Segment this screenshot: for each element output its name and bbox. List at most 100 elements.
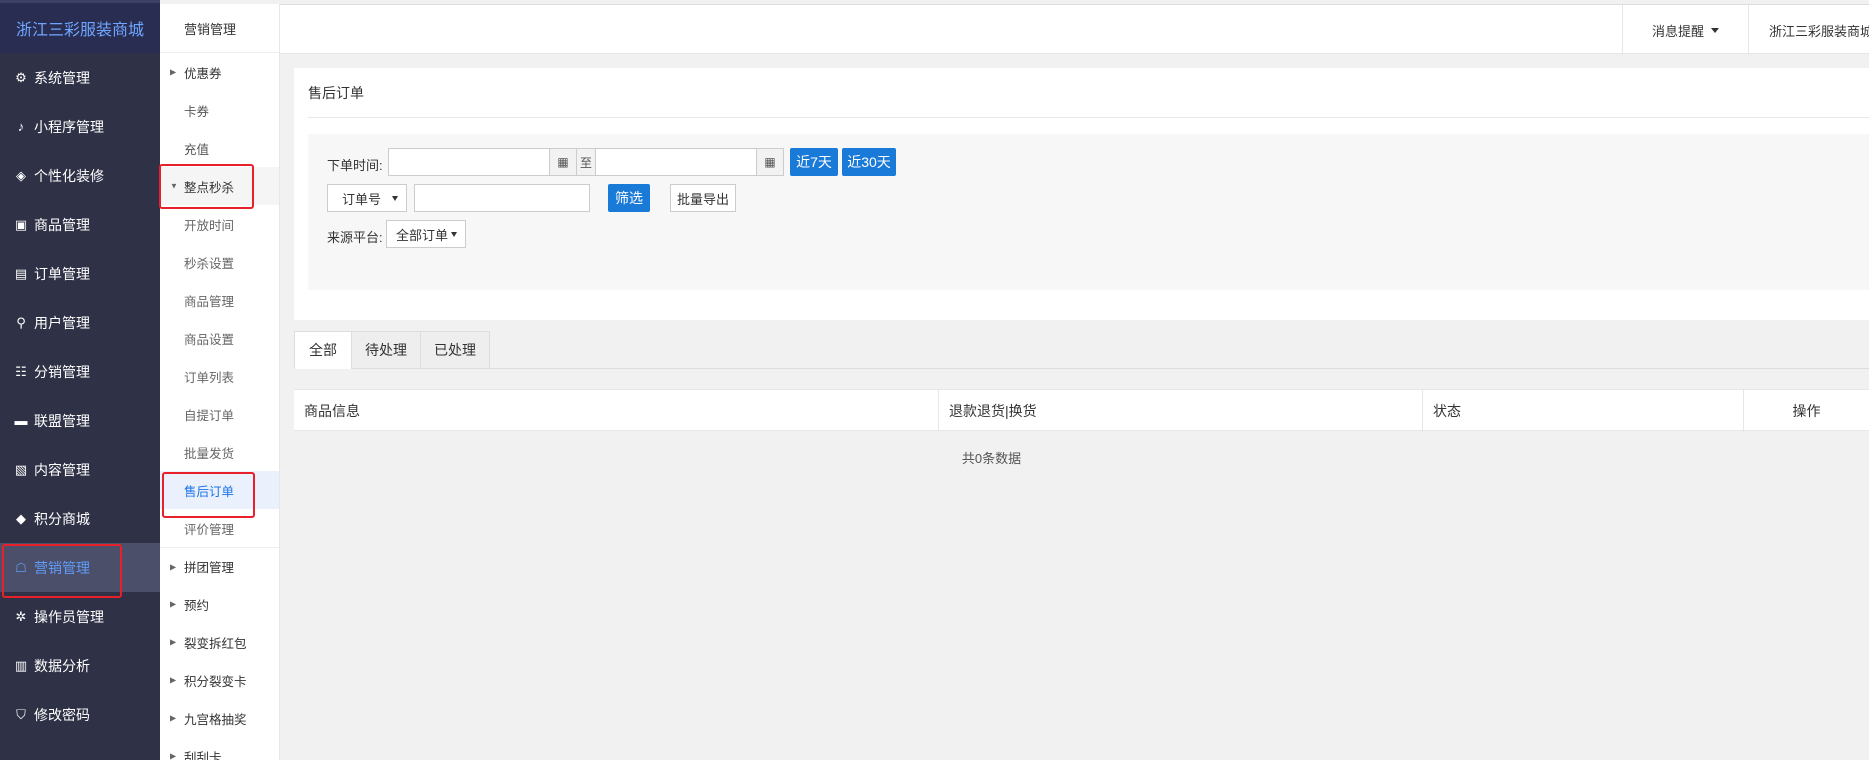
source-platform-select[interactable]: 全部订单 — [386, 220, 466, 248]
last-30-days-button[interactable]: 近30天 — [842, 148, 896, 176]
tab-processed[interactable]: 已处理 — [420, 331, 490, 369]
sidebar-item-users[interactable]: ⚲ 用户管理 — [0, 298, 160, 347]
caret-right-icon: ▶ — [170, 599, 177, 609]
palette-icon: ◈ — [16, 167, 26, 183]
cube-icon: ◆ — [16, 510, 26, 526]
sidebar-item-alliance[interactable]: ▬ 联盟管理 — [0, 396, 160, 445]
chart-icon: ▥ — [14, 657, 28, 673]
submenu-item-label: 九宫格抽奖 — [184, 712, 247, 727]
filter-panel: 售后订单 下单时间: ▦ 至 ▦ 近7天 近30天 订单号 筛选 批量导出 来源… — [294, 68, 1869, 320]
submenu-item-cards[interactable]: 卡券 — [160, 91, 279, 129]
page-title: 售后订单 — [308, 68, 1869, 118]
user-menu[interactable]: 浙江三彩服装商城 — [1748, 5, 1869, 55]
sidebar-item-label: 数据分析 — [34, 657, 90, 674]
sidebar-item-label: 用户管理 — [34, 314, 90, 331]
submenu-item-order-list[interactable]: 订单列表 — [160, 357, 279, 395]
submenu-item-open-time[interactable]: 开放时间 — [160, 205, 279, 243]
end-date-input[interactable] — [595, 148, 757, 176]
sidebar-item-label: 分销管理 — [34, 363, 90, 380]
start-date-input[interactable] — [388, 148, 550, 176]
submenu-item-label: 批量发货 — [184, 446, 235, 461]
order-field-select-value: 订单号 — [342, 191, 382, 207]
tab-pending[interactable]: 待处理 — [351, 331, 421, 369]
sidebar-item-label: 联盟管理 — [34, 412, 90, 429]
marketing-icon: ☖ — [15, 559, 27, 575]
tab-all[interactable]: 全部 — [294, 331, 352, 369]
sidebar-item-points-mall[interactable]: ◆ 积分商城 — [0, 494, 160, 543]
gear-icon: ⚙ — [15, 69, 27, 85]
submenu-item-label: 开放时间 — [184, 218, 235, 233]
submenu-item-reviews[interactable]: 评价管理 — [160, 509, 279, 547]
search-input[interactable] — [414, 184, 590, 212]
brand-title[interactable]: 浙江三彩服装商城 — [0, 0, 160, 53]
submenu-item-recharge[interactable]: 充值 — [160, 129, 279, 167]
submenu-item-coupons[interactable]: ▶ 优惠券 — [160, 53, 279, 91]
submenu-item-seckill-settings[interactable]: 秒杀设置 — [160, 243, 279, 281]
sidebar-item-operators[interactable]: ✲ 操作员管理 — [0, 592, 160, 641]
caret-right-icon: ▶ — [170, 637, 177, 647]
submenu-item-booking[interactable]: ▶ 预约 — [160, 585, 279, 623]
sidebar-item-marketing[interactable]: ☖ 营销管理 — [0, 543, 160, 592]
top-bar: 消息提醒 浙江三彩服装商城 — [280, 4, 1869, 55]
empty-table-message: 共0条数据 — [961, 450, 1022, 466]
sidebar-item-password[interactable]: ⛉ 修改密码 — [0, 690, 160, 739]
messages-dropdown[interactable]: 消息提醒 — [1622, 5, 1748, 55]
submenu-item-label: 商品管理 — [184, 294, 235, 309]
caret-right-icon: ▶ — [170, 675, 177, 685]
caret-right-icon: ▶ — [170, 562, 177, 571]
submenu-item-lottery[interactable]: ▶ 九宫格抽奖 — [160, 699, 279, 737]
caret-down-icon: ▼ — [170, 181, 178, 191]
submenu-item-points-card[interactable]: ▶ 积分裂变卡 — [160, 661, 279, 699]
submenu-item-after-sales[interactable]: 售后订单 — [160, 471, 279, 509]
secondary-menu: 营销管理 ▶ 优惠券 卡券 充值 ▼ 整点秒杀 开放时间 秒杀设置 商品管理 商… — [160, 4, 280, 760]
submenu-item-pickup-orders[interactable]: 自提订单 — [160, 395, 279, 433]
sidebar-item-content[interactable]: ▧ 内容管理 — [0, 445, 160, 494]
bag-icon: ▣ — [14, 216, 28, 232]
submenu-item-label: 预约 — [184, 598, 210, 613]
sidebar-item-products[interactable]: ▣ 商品管理 — [0, 200, 160, 249]
batch-export-button[interactable]: 批量导出 — [670, 184, 736, 212]
sidebar-item-distribution[interactable]: ☷ 分销管理 — [0, 347, 160, 396]
submenu-item-scratch-card[interactable]: ▶ 刮刮卡 — [160, 737, 279, 760]
sidebar-item-analytics[interactable]: ▥ 数据分析 — [0, 641, 160, 690]
content-icon: ▧ — [14, 461, 28, 477]
sidebar-item-label: 小程序管理 — [34, 118, 104, 135]
column-status: 状态 — [1423, 390, 1744, 432]
sidebar-item-label: 内容管理 — [34, 461, 90, 478]
submenu-item-flash-sale[interactable]: ▼ 整点秒杀 — [160, 167, 279, 205]
caret-down-icon — [451, 232, 457, 237]
sidebar-item-orders[interactable]: ▤ 订单管理 — [0, 249, 160, 298]
sidebar-item-label: 操作员管理 — [34, 608, 104, 625]
submenu-item-batch-ship[interactable]: 批量发货 — [160, 433, 279, 471]
column-refund-exchange: 退款退货|换货 — [939, 390, 1423, 432]
order-field-select[interactable]: 订单号 — [327, 184, 407, 212]
submenu-item-product-manage[interactable]: 商品管理 — [160, 281, 279, 319]
miniapp-icon: ♪ — [17, 119, 25, 134]
sitemap-icon: ☷ — [15, 363, 27, 379]
caret-down-icon — [392, 196, 398, 201]
sidebar-item-label: 商品管理 — [34, 216, 90, 233]
filter-button[interactable]: 筛选 — [608, 184, 650, 212]
caret-down-icon — [1711, 27, 1719, 33]
submenu-item-label: 秒杀设置 — [184, 256, 235, 271]
calendar-icon[interactable]: ▦ — [756, 148, 784, 176]
clipboard-icon: ▤ — [14, 265, 28, 281]
messages-label: 消息提醒 — [1651, 23, 1704, 39]
submenu-item-product-settings[interactable]: 商品设置 — [160, 319, 279, 357]
submenu-item-label: 裂变拆红包 — [184, 636, 247, 651]
last-7-days-button[interactable]: 近7天 — [790, 148, 838, 176]
sidebar-item-system[interactable]: ⚙ 系统管理 — [0, 53, 160, 102]
submenu-item-label: 卡券 — [184, 104, 210, 119]
calendar-icon[interactable]: ▦ — [549, 148, 577, 176]
sidebar-item-miniapp[interactable]: ♪ 小程序管理 — [0, 102, 160, 151]
sidebar-item-label: 修改密码 — [34, 706, 90, 723]
filter-area: 下单时间: ▦ 至 ▦ 近7天 近30天 订单号 筛选 批量导出 来源平台: 全… — [308, 134, 1869, 290]
user-icon: ⚲ — [16, 314, 26, 330]
shield-icon: ⛉ — [16, 706, 26, 722]
caret-right-icon: ▶ — [170, 67, 177, 77]
submenu-item-group-buy[interactable]: ▶ 拼团管理 — [160, 547, 279, 585]
sidebar-item-decoration[interactable]: ◈ 个性化装修 — [0, 151, 160, 200]
submenu-item-red-packet[interactable]: ▶ 裂变拆红包 — [160, 623, 279, 661]
submenu-item-label: 刮刮卡 — [184, 750, 222, 760]
source-platform-select-value: 全部订单 — [396, 227, 449, 243]
